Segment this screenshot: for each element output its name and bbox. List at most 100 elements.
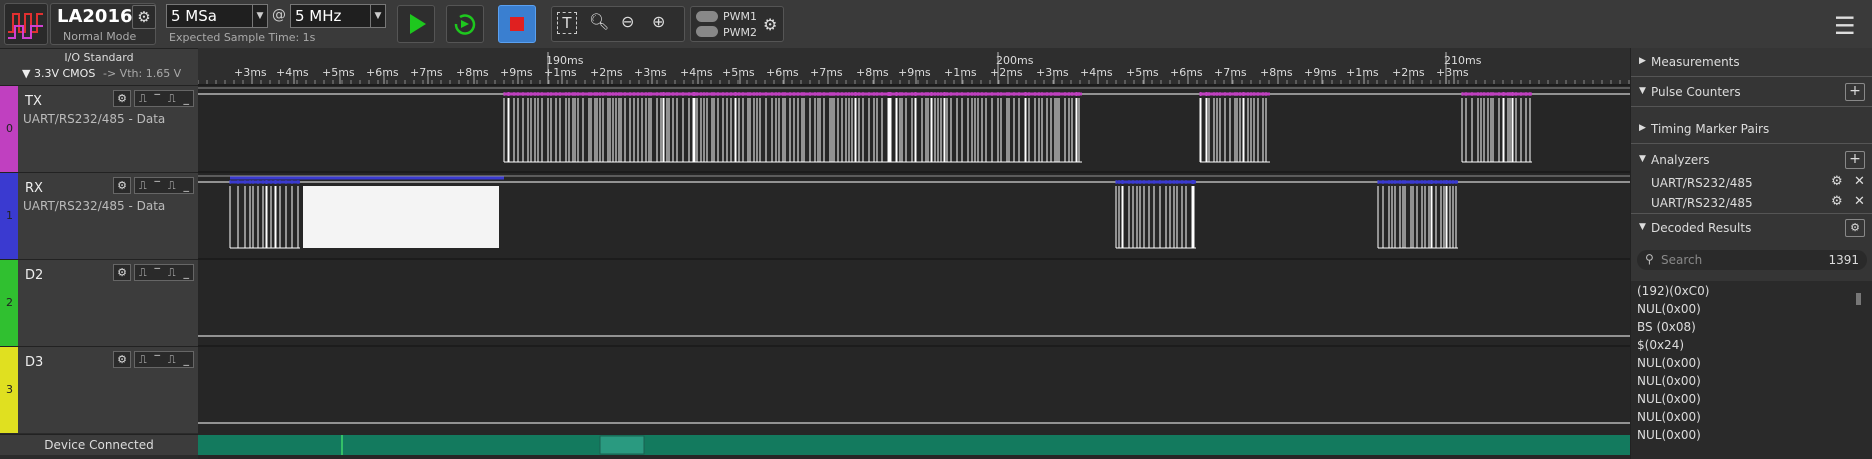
sample-count-select[interactable]: 5 MSa ▼ [166, 4, 268, 28]
results-scrollbar[interactable] [1856, 293, 1861, 305]
pwm1-toggle[interactable] [696, 11, 718, 22]
falling-edge-icon[interactable]: ⎍ [168, 179, 176, 193]
waveform-background [198, 48, 1630, 459]
analyzer-item[interactable]: UART/RS232/485 [1651, 176, 1753, 190]
decoded-result-item[interactable]: NUL(0x00) [1637, 356, 1701, 370]
channel-desc: UART/RS232/485 - Data [23, 199, 166, 213]
measurements-label: Measurements [1651, 55, 1740, 69]
high-level-icon[interactable]: ‾ [155, 353, 161, 366]
analyzer-item[interactable]: UART/RS232/485 [1651, 196, 1753, 210]
add-pulse-counter-button[interactable]: + [1845, 83, 1865, 101]
expected-sample-time: Expected Sample Time: 1s [169, 31, 316, 44]
ruler-label: +4ms [276, 66, 309, 79]
trigger-select[interactable]: ⎍ ‾ ⎍ _ [134, 90, 194, 107]
channel-panel-tx: 0 TX UART/RS232/485 - Data ⚙ ⎍ ‾ ⎍ _ [0, 85, 198, 172]
sample-rate-select[interactable]: 5 MHz ▼ [290, 4, 386, 28]
stop-icon [510, 17, 524, 31]
zoom-out-icon[interactable]: ⊖ [621, 12, 634, 31]
falling-edge-icon[interactable]: ⎍ [168, 92, 176, 106]
decoded-result-item[interactable]: NUL(0x00) [1637, 374, 1701, 388]
vth-label: -> Vth: 1.65 V [103, 67, 182, 80]
trigger-select[interactable]: ⎍ ‾ ⎍ _ [134, 351, 194, 368]
ruler-label: +1ms [544, 66, 577, 79]
zoom-fit-icon[interactable]: 🔍︎ [589, 12, 609, 31]
low-level-icon[interactable]: _ [184, 92, 190, 105]
channel-gear-icon[interactable]: ⚙ [113, 264, 131, 281]
decoded-result-item[interactable]: NUL(0x00) [1637, 302, 1701, 316]
decoded-result-item[interactable]: NUL(0x00) [1637, 428, 1701, 442]
io-standard-panel: I/O Standard ▼ 3.3V CMOS -> Vth: 1.65 V [0, 49, 198, 85]
rising-edge-icon[interactable]: ⎍ [139, 92, 147, 106]
channel-name[interactable]: RX [25, 181, 43, 196]
high-level-icon[interactable]: ‾ [155, 266, 161, 279]
analyzers-section[interactable]: ▼ Analyzers + [1631, 146, 1872, 174]
menu-icon[interactable]: ☰ [1834, 12, 1856, 40]
channel-gear-icon[interactable]: ⚙ [113, 177, 131, 194]
rising-edge-icon[interactable]: ⎍ [139, 266, 147, 280]
add-analyzer-button[interactable]: + [1845, 151, 1865, 169]
result-count: 1391 [1828, 253, 1859, 267]
decoded-result-item[interactable]: (192)(0xC0) [1637, 284, 1709, 298]
low-level-icon[interactable]: _ [184, 179, 190, 192]
toolbar: LA2016 Normal Mode ⚙ 5 MSa ▼ @ 5 MHz ▼ E… [0, 0, 1872, 49]
channel-panel-rx: 1 RX UART/RS232/485 - Data ⚙ ⎍ ‾ ⎍ _ [0, 172, 198, 259]
decoded-results-section[interactable]: ▼ Decoded Results ⚙ [1631, 213, 1872, 240]
rising-edge-icon[interactable]: ⎍ [139, 353, 147, 367]
device-gear-icon[interactable]: ⚙ [132, 5, 156, 29]
io-standard-value: 3.3V CMOS [33, 67, 96, 80]
waveform-area[interactable]: +3ms +4ms +5ms +6ms +7ms +8ms +9ms +1ms +2ms +3ms… [198, 48, 1630, 459]
ruler-label: +9ms [1304, 66, 1337, 79]
stop-button[interactable] [498, 5, 536, 43]
repeat-run-button[interactable] [446, 5, 484, 43]
gear-icon[interactable]: ⚙ [1831, 194, 1843, 209]
pwm-gear-icon[interactable]: ⚙ [763, 15, 777, 34]
pwm2-toggle[interactable] [696, 26, 718, 37]
pulse-counters-section[interactable]: ▼ Pulse Counters + [1631, 78, 1872, 107]
ruler-label: +2ms [1392, 66, 1425, 79]
high-level-icon[interactable]: ‾ [155, 179, 161, 192]
run-button[interactable] [397, 5, 435, 43]
rising-edge-icon[interactable]: ⎍ [139, 179, 147, 193]
ruler-major-label: 190ms [546, 54, 584, 67]
ruler-label: +5ms [722, 66, 755, 79]
decoded-result-item[interactable]: NUL(0x00) [1637, 392, 1701, 406]
timing-marker-section[interactable]: ▶ Timing Marker Pairs [1631, 115, 1872, 144]
falling-edge-icon[interactable]: ⎍ [168, 266, 176, 280]
gear-icon[interactable]: ⚙ [1831, 174, 1843, 189]
chevron-right-icon: ▶ [1639, 123, 1646, 133]
low-level-icon[interactable]: _ [184, 353, 190, 366]
measurements-section[interactable]: ▶ Measurements [1631, 48, 1872, 77]
channel-gear-icon[interactable]: ⚙ [113, 351, 131, 368]
decoded-result-item[interactable]: NUL(0x00) [1637, 410, 1701, 424]
channel-panel-d2: 2 D2 ⚙ ⎍ ‾ ⎍ _ [0, 259, 198, 346]
ruler-major-label: 200ms [996, 54, 1034, 67]
trigger-select[interactable]: ⎍ ‾ ⎍ _ [134, 264, 194, 281]
ruler-label: +8ms [1260, 66, 1293, 79]
text-tool-icon[interactable]: T [557, 12, 577, 34]
overview-handle [599, 435, 645, 455]
channel-name[interactable]: D3 [25, 355, 43, 370]
high-level-icon[interactable]: ‾ [155, 92, 161, 105]
channel-name[interactable]: TX [25, 94, 42, 109]
low-level-icon[interactable]: _ [184, 266, 190, 279]
channel-index: 3 [6, 383, 13, 396]
falling-edge-icon[interactable]: ⎍ [168, 353, 176, 367]
decoded-gear-icon[interactable]: ⚙ [1845, 219, 1865, 237]
channel-gear-icon[interactable]: ⚙ [113, 90, 131, 107]
pwm-group: PWM1 PWM2 ⚙ [690, 6, 784, 42]
decoded-result-item[interactable]: $(0x24) [1637, 338, 1684, 352]
decoded-result-item[interactable]: BS (0x08) [1637, 320, 1696, 334]
ruler-label: +3ms [234, 66, 267, 79]
close-icon[interactable]: ✕ [1854, 174, 1865, 189]
ruler-label: +7ms [810, 66, 843, 79]
close-icon[interactable]: ✕ [1854, 194, 1865, 209]
app-logo[interactable] [4, 3, 48, 45]
search-input[interactable]: ⚲ Search 1391 [1637, 250, 1867, 270]
io-standard-select[interactable]: ▼ 3.3V CMOS [22, 67, 95, 80]
channel-name[interactable]: D2 [25, 268, 43, 283]
trigger-select[interactable]: ⎍ ‾ ⎍ _ [134, 177, 194, 194]
ruler-label: +3ms [634, 66, 667, 79]
zoom-in-icon[interactable]: ⊕ [652, 12, 665, 31]
rx-solid-block [303, 186, 499, 248]
search-icon: ⚲ [1645, 252, 1654, 266]
